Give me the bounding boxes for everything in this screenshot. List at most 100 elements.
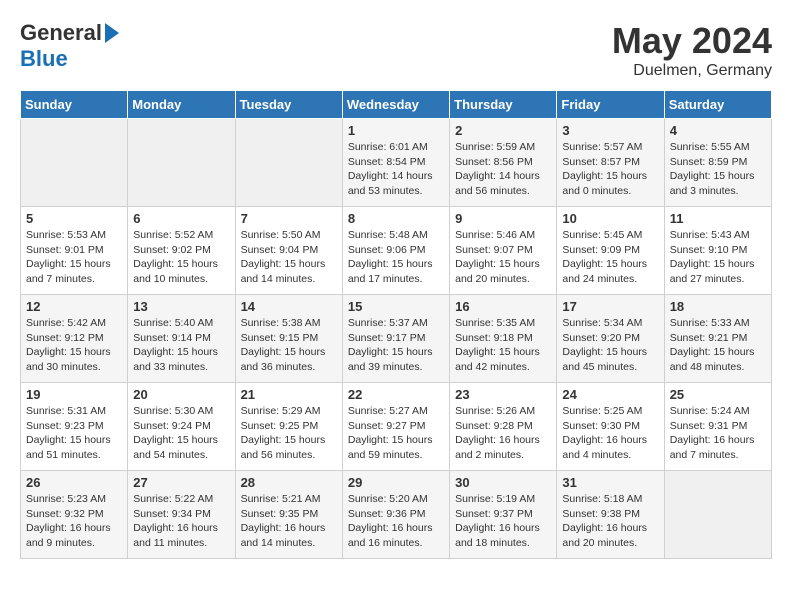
header-day-tuesday: Tuesday — [235, 91, 342, 119]
calendar-cell: 10 Sunrise: 5:45 AM Sunset: 9:09 PM Dayli… — [557, 207, 664, 295]
day-info: Sunrise: 5:48 AM Sunset: 9:06 PM Dayligh… — [348, 228, 444, 287]
day-number: 25 — [670, 387, 766, 402]
calendar-cell: 30 Sunrise: 5:19 AM Sunset: 9:37 PM Dayli… — [450, 471, 557, 559]
header-day-saturday: Saturday — [664, 91, 771, 119]
day-info: Sunrise: 5:19 AM Sunset: 9:37 PM Dayligh… — [455, 492, 551, 551]
day-number: 1 — [348, 123, 444, 138]
day-info: Sunrise: 5:50 AM Sunset: 9:04 PM Dayligh… — [241, 228, 337, 287]
day-info: Sunrise: 5:29 AM Sunset: 9:25 PM Dayligh… — [241, 404, 337, 463]
calendar-cell: 11Sunrise: 5:43 AM Sunset: 9:10 PM Dayli… — [664, 207, 771, 295]
title-section: May 2024 Duelmen, Germany — [612, 20, 772, 80]
day-number: 10 — [562, 211, 658, 226]
day-info: Sunrise: 5:31 AM Sunset: 9:23 PM Dayligh… — [26, 404, 122, 463]
calendar-table: SundayMondayTuesdayWednesdayThursdayFrid… — [20, 90, 772, 559]
day-number: 13 — [133, 299, 229, 314]
day-info: Sunrise: 5:57 AM Sunset: 8:57 PM Dayligh… — [562, 140, 658, 199]
calendar-cell: 26Sunrise: 5:23 AM Sunset: 9:32 PM Dayli… — [21, 471, 128, 559]
day-number: 8 — [348, 211, 444, 226]
day-info: Sunrise: 5:40 AM Sunset: 9:14 PM Dayligh… — [133, 316, 229, 375]
week-row-2: 5Sunrise: 5:53 AM Sunset: 9:01 PM Daylig… — [21, 207, 772, 295]
calendar-header: SundayMondayTuesdayWednesdayThursdayFrid… — [21, 91, 772, 119]
calendar-cell: 3 Sunrise: 5:57 AM Sunset: 8:57 PM Daylig… — [557, 119, 664, 207]
logo: General Blue — [20, 20, 119, 72]
calendar-cell: 5Sunrise: 5:53 AM Sunset: 9:01 PM Daylig… — [21, 207, 128, 295]
calendar-cell: 20 Sunrise: 5:30 AM Sunset: 9:24 PM Dayli… — [128, 383, 235, 471]
day-number: 30 — [455, 475, 551, 490]
page-header: General Blue May 2024 Duelmen, Germany — [20, 20, 772, 80]
day-info: Sunrise: 5:38 AM Sunset: 9:15 PM Dayligh… — [241, 316, 337, 375]
calendar-cell: 18 Sunrise: 5:33 AM Sunset: 9:21 PM Dayli… — [664, 295, 771, 383]
calendar-cell: 19 Sunrise: 5:31 AM Sunset: 9:23 PM Dayli… — [21, 383, 128, 471]
day-number: 2 — [455, 123, 551, 138]
header-day-monday: Monday — [128, 91, 235, 119]
day-number: 11 — [670, 211, 766, 226]
day-info: Sunrise: 5:52 AM Sunset: 9:02 PM Dayligh… — [133, 228, 229, 287]
day-info: Sunrise: 5:30 AM Sunset: 9:24 PM Dayligh… — [133, 404, 229, 463]
calendar-cell: 21 Sunrise: 5:29 AM Sunset: 9:25 PM Dayli… — [235, 383, 342, 471]
calendar-cell: 12 Sunrise: 5:42 AM Sunset: 9:12 PM Dayli… — [21, 295, 128, 383]
week-row-4: 19 Sunrise: 5:31 AM Sunset: 9:23 PM Dayli… — [21, 383, 772, 471]
day-number: 16 — [455, 299, 551, 314]
calendar-body: 1Sunrise: 6:01 AM Sunset: 8:54 PM Daylig… — [21, 119, 772, 559]
day-number: 3 — [562, 123, 658, 138]
day-info: Sunrise: 5:20 AM Sunset: 9:36 PM Dayligh… — [348, 492, 444, 551]
day-info: Sunrise: 5:55 AM Sunset: 8:59 PM Dayligh… — [670, 140, 766, 199]
logo-blue-text: Blue — [20, 46, 68, 72]
calendar-cell: 2 Sunrise: 5:59 AM Sunset: 8:56 PM Daylig… — [450, 119, 557, 207]
day-info: Sunrise: 5:21 AM Sunset: 9:35 PM Dayligh… — [241, 492, 337, 551]
calendar-cell: 31 Sunrise: 5:18 AM Sunset: 9:38 PM Dayli… — [557, 471, 664, 559]
day-number: 15 — [348, 299, 444, 314]
day-info: Sunrise: 5:59 AM Sunset: 8:56 PM Dayligh… — [455, 140, 551, 199]
day-info: Sunrise: 5:37 AM Sunset: 9:17 PM Dayligh… — [348, 316, 444, 375]
day-info: Sunrise: 5:53 AM Sunset: 9:01 PM Dayligh… — [26, 228, 122, 287]
day-number: 17 — [562, 299, 658, 314]
calendar-cell: 13 Sunrise: 5:40 AM Sunset: 9:14 PM Dayli… — [128, 295, 235, 383]
calendar-cell: 25 Sunrise: 5:24 AM Sunset: 9:31 PM Dayli… — [664, 383, 771, 471]
day-number: 18 — [670, 299, 766, 314]
day-info: Sunrise: 5:45 AM Sunset: 9:09 PM Dayligh… — [562, 228, 658, 287]
day-info: Sunrise: 5:23 AM Sunset: 9:32 PM Dayligh… — [26, 492, 122, 551]
header-day-wednesday: Wednesday — [342, 91, 449, 119]
day-number: 31 — [562, 475, 658, 490]
day-number: 19 — [26, 387, 122, 402]
week-row-3: 12 Sunrise: 5:42 AM Sunset: 9:12 PM Dayli… — [21, 295, 772, 383]
calendar-cell: 4 Sunrise: 5:55 AM Sunset: 8:59 PM Daylig… — [664, 119, 771, 207]
calendar-cell: 14Sunrise: 5:38 AM Sunset: 9:15 PM Dayli… — [235, 295, 342, 383]
day-info: Sunrise: 5:33 AM Sunset: 9:21 PM Dayligh… — [670, 316, 766, 375]
day-info: Sunrise: 5:25 AM Sunset: 9:30 PM Dayligh… — [562, 404, 658, 463]
day-info: Sunrise: 5:42 AM Sunset: 9:12 PM Dayligh… — [26, 316, 122, 375]
calendar-cell: 1Sunrise: 6:01 AM Sunset: 8:54 PM Daylig… — [342, 119, 449, 207]
day-number: 4 — [670, 123, 766, 138]
day-number: 22 — [348, 387, 444, 402]
calendar-cell: 17 Sunrise: 5:34 AM Sunset: 9:20 PM Dayli… — [557, 295, 664, 383]
calendar-cell — [21, 119, 128, 207]
week-row-5: 26Sunrise: 5:23 AM Sunset: 9:32 PM Dayli… — [21, 471, 772, 559]
calendar-cell: 9Sunrise: 5:46 AM Sunset: 9:07 PM Daylig… — [450, 207, 557, 295]
calendar-cell: 23Sunrise: 5:26 AM Sunset: 9:28 PM Dayli… — [450, 383, 557, 471]
header-row: SundayMondayTuesdayWednesdayThursdayFrid… — [21, 91, 772, 119]
calendar-cell — [235, 119, 342, 207]
day-info: Sunrise: 5:27 AM Sunset: 9:27 PM Dayligh… — [348, 404, 444, 463]
calendar-cell: 28Sunrise: 5:21 AM Sunset: 9:35 PM Dayli… — [235, 471, 342, 559]
day-info: Sunrise: 5:35 AM Sunset: 9:18 PM Dayligh… — [455, 316, 551, 375]
day-number: 20 — [133, 387, 229, 402]
day-info: Sunrise: 5:46 AM Sunset: 9:07 PM Dayligh… — [455, 228, 551, 287]
calendar-cell: 7Sunrise: 5:50 AM Sunset: 9:04 PM Daylig… — [235, 207, 342, 295]
day-info: Sunrise: 5:22 AM Sunset: 9:34 PM Dayligh… — [133, 492, 229, 551]
month-title: May 2024 — [612, 20, 772, 62]
day-number: 21 — [241, 387, 337, 402]
day-number: 12 — [26, 299, 122, 314]
calendar-cell: 24 Sunrise: 5:25 AM Sunset: 9:30 PM Dayli… — [557, 383, 664, 471]
day-number: 29 — [348, 475, 444, 490]
day-info: Sunrise: 5:34 AM Sunset: 9:20 PM Dayligh… — [562, 316, 658, 375]
calendar-cell — [664, 471, 771, 559]
day-number: 24 — [562, 387, 658, 402]
calendar-cell: 8 Sunrise: 5:48 AM Sunset: 9:06 PM Daylig… — [342, 207, 449, 295]
day-number: 27 — [133, 475, 229, 490]
day-info: Sunrise: 5:18 AM Sunset: 9:38 PM Dayligh… — [562, 492, 658, 551]
day-info: Sunrise: 5:24 AM Sunset: 9:31 PM Dayligh… — [670, 404, 766, 463]
calendar-cell — [128, 119, 235, 207]
calendar-cell: 6 Sunrise: 5:52 AM Sunset: 9:02 PM Daylig… — [128, 207, 235, 295]
day-number: 6 — [133, 211, 229, 226]
header-day-sunday: Sunday — [21, 91, 128, 119]
